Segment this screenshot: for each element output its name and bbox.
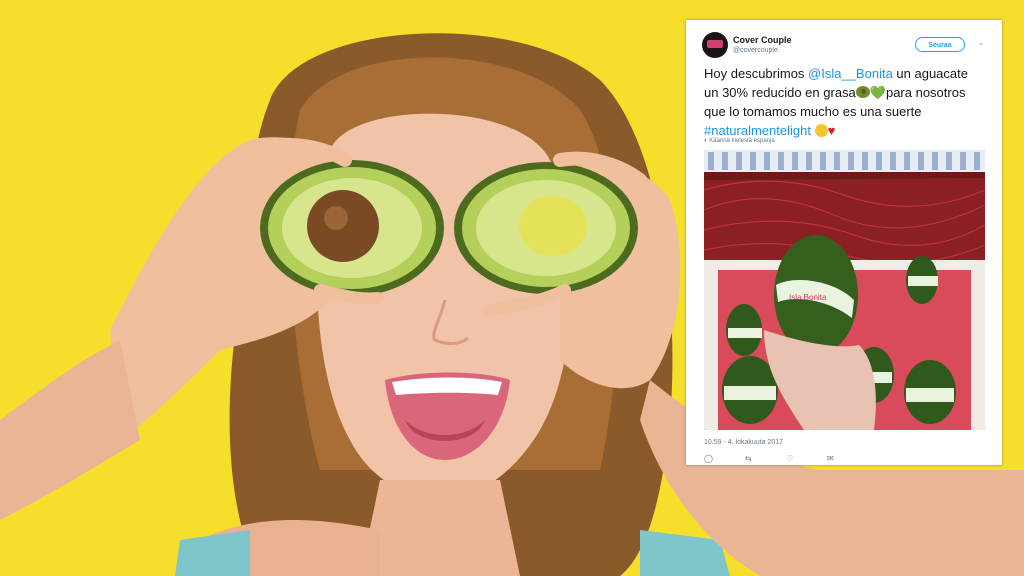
translate-label: Käännä kielestä espanja (709, 138, 775, 144)
chevron-down-icon[interactable]: ⌄ (976, 38, 986, 48)
tweet-header: Cover Couple @covercouple Seuraa ⌄ (702, 32, 986, 64)
green-heart-emoji-icon: 💚 (869, 85, 886, 100)
follow-button[interactable]: Seuraa (915, 37, 965, 52)
author-name[interactable]: Cover Couple (733, 35, 792, 45)
embedded-tweet: Cover Couple @covercouple Seuraa ⌄ Hoy d… (686, 20, 1002, 465)
avatar[interactable] (702, 32, 728, 58)
hashtag-link[interactable]: #naturalmentelight (704, 123, 811, 138)
tweet-text: Hoy descubrimos @Isla__Bonita un aguacat… (704, 64, 986, 140)
like-icon[interactable]: ♡ (786, 454, 793, 464)
tweet-text-part1: Hoy descubrimos (704, 66, 809, 81)
red-heart-emoji-icon: ♥ (827, 123, 836, 138)
avocado-emoji-icon (855, 86, 870, 98)
retweet-icon[interactable]: ⇆ (745, 454, 752, 464)
avocado-brand-label: Isla Bonita (789, 293, 827, 302)
message-icon[interactable]: ✉ (827, 454, 834, 464)
tweet-photo[interactable]: Isla Bonita (704, 150, 985, 430)
author-handle[interactable]: @covercouple (733, 47, 778, 54)
hugging-face-emoji-icon (814, 124, 828, 137)
mention-link[interactable]: @Isla__Bonita (808, 66, 893, 81)
tweet-actions: ◯ ⇆ ♡ ✉ (704, 454, 854, 464)
reply-icon[interactable]: ◯ (704, 454, 713, 464)
tweet-timestamp[interactable]: 10.59 - 4. lokakuuta 2017 (704, 439, 783, 446)
translate-link[interactable]: ◐ Käännä kielestä espanja (704, 138, 775, 144)
